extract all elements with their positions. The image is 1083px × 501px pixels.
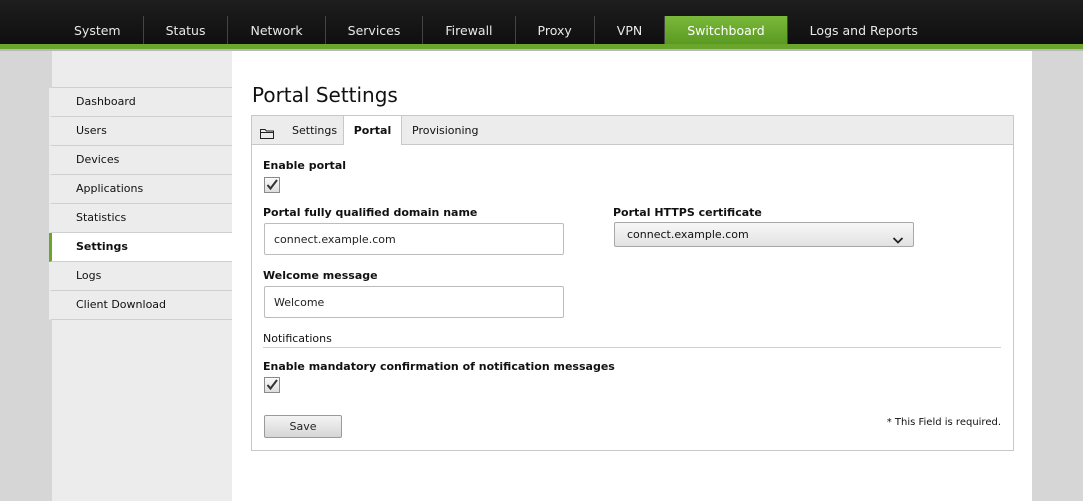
- enable-portal-checkbox[interactable]: [264, 177, 280, 193]
- page-title: Portal Settings: [252, 83, 398, 107]
- certificate-select[interactable]: connect.example.com: [614, 222, 914, 247]
- checkmark-icon: [266, 179, 278, 191]
- tab-bar: Settings Portal Provisioning: [252, 116, 1013, 145]
- mandatory-confirmation-checkbox[interactable]: [264, 377, 280, 393]
- sidebar-item-settings[interactable]: Settings: [49, 233, 232, 262]
- sidebar-item-dashboard[interactable]: Dashboard: [49, 88, 232, 117]
- nav-item-firewall[interactable]: Firewall: [423, 16, 516, 44]
- chevron-down-icon: [892, 230, 904, 244]
- tab-settings[interactable]: Settings: [292, 116, 337, 144]
- nav-item-proxy[interactable]: Proxy: [516, 16, 595, 44]
- checkmark-icon: [266, 379, 278, 391]
- main-menu: System Status Network Services Firewall …: [52, 16, 940, 44]
- divider: [263, 347, 1001, 348]
- nav-item-switchboard[interactable]: Switchboard: [665, 16, 788, 44]
- save-button[interactable]: Save: [264, 415, 342, 438]
- certificate-label: Portal HTTPS certificate: [613, 206, 762, 219]
- sidebar-item-devices[interactable]: Devices: [49, 146, 232, 175]
- welcome-message-label: Welcome message: [263, 269, 378, 282]
- right-margin: [1032, 51, 1083, 501]
- nav-item-services[interactable]: Services: [326, 16, 424, 44]
- nav-item-logs-and-reports[interactable]: Logs and Reports: [788, 16, 940, 44]
- folder-icon: [260, 124, 274, 139]
- enable-portal-label: Enable portal: [263, 159, 347, 172]
- fqdn-input[interactable]: [264, 223, 564, 255]
- certificate-select-value: connect.example.com: [627, 228, 749, 241]
- sidebar-item-statistics[interactable]: Statistics: [49, 204, 232, 233]
- tab-provisioning[interactable]: Provisioning: [412, 116, 479, 144]
- nav-item-network[interactable]: Network: [228, 16, 326, 44]
- notifications-heading: Notifications: [263, 332, 332, 345]
- tab-portal[interactable]: Portal: [343, 116, 402, 145]
- nav-item-system[interactable]: System: [52, 16, 144, 44]
- top-navigation-bar: System Status Network Services Firewall …: [0, 0, 1083, 44]
- main-content: Portal Settings Settings Portal Provisio…: [232, 51, 1032, 501]
- mandatory-confirmation-label: Enable mandatory confirmation of notific…: [263, 360, 615, 373]
- sidebar-item-users[interactable]: Users: [49, 117, 232, 146]
- sidebar-menu: Dashboard Users Devices Applications Sta…: [49, 87, 232, 320]
- required-field-note: * This Field is required.: [886, 417, 1001, 428]
- nav-item-vpn[interactable]: VPN: [595, 16, 666, 44]
- sidebar-item-applications[interactable]: Applications: [49, 175, 232, 204]
- welcome-message-input[interactable]: [264, 286, 564, 318]
- sidebar-item-logs[interactable]: Logs: [49, 262, 232, 291]
- settings-panel: Settings Portal Provisioning Enable port…: [251, 115, 1014, 451]
- fqdn-label: Portal fully qualified domain name: [263, 206, 478, 219]
- nav-item-status[interactable]: Status: [144, 16, 229, 44]
- sidebar: Dashboard Users Devices Applications Sta…: [49, 51, 232, 501]
- sidebar-item-client-download[interactable]: Client Download: [49, 291, 232, 320]
